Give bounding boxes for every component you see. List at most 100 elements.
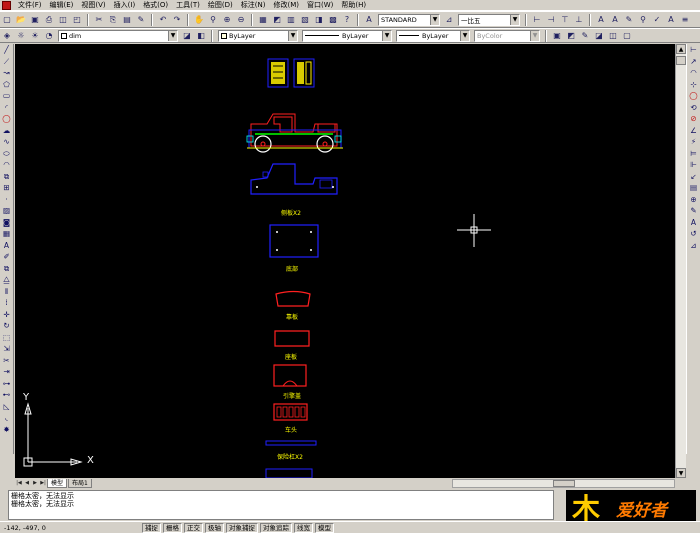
menu-tools[interactable]: 工具(T) [172, 0, 204, 10]
zoom-window-icon[interactable]: ⊕ [221, 14, 233, 26]
revision-cloud-icon[interactable]: ☁ [1, 126, 12, 137]
tolerance-icon[interactable]: ▤ [688, 183, 699, 194]
line-icon[interactable]: ╱ [1, 45, 12, 56]
tab-layout1[interactable]: 布局1 [68, 478, 92, 488]
viewport-icon[interactable]: ▢ [621, 30, 633, 42]
layer-select[interactable]: dim ▼ [58, 29, 178, 42]
markup-icon[interactable]: ◨ [313, 14, 325, 26]
break-icon[interactable]: ⊶ [1, 379, 12, 390]
dim-diameter-icon[interactable]: ⊘ [688, 114, 699, 125]
arc-icon[interactable]: ◜ [1, 103, 12, 114]
erase-icon[interactable]: ✐ [1, 252, 12, 263]
trim-icon[interactable]: ✂ [1, 356, 12, 367]
menu-modify[interactable]: 修改(M) [269, 0, 303, 10]
menu-dimension[interactable]: 标注(N) [237, 0, 270, 10]
mirror-icon[interactable]: ⧋ [1, 275, 12, 286]
quick-leader-icon[interactable]: ↙ [688, 172, 699, 183]
mtext-icon[interactable]: A [595, 14, 607, 26]
tool-palette-icon[interactable]: ▥ [285, 14, 297, 26]
dim-baseline-icon[interactable]: ⊨ [688, 149, 699, 160]
center-mark-icon[interactable]: ⊕ [688, 195, 699, 206]
attribute-icon[interactable]: ◪ [593, 30, 605, 42]
model-toggle[interactable]: 模型 [315, 522, 334, 533]
dim-style-icon[interactable]: ⊿ [688, 241, 699, 252]
dim-edit-icon[interactable]: ✎ [688, 206, 699, 217]
cut-icon[interactable]: ✂ [93, 14, 105, 26]
publish-icon[interactable]: ◰ [71, 14, 83, 26]
chevron-down-icon[interactable]: ▼ [382, 30, 391, 41]
color-select[interactable]: ByLayer ▼ [218, 29, 298, 42]
dim-aligned-icon[interactable]: ⊣ [545, 14, 557, 26]
lineweight-select[interactable]: ByLayer ▼ [396, 29, 470, 42]
dim-radius-icon[interactable]: ◯ [688, 91, 699, 102]
xref-icon[interactable]: ✎ [579, 30, 591, 42]
command-line[interactable]: 栅格太密，无法显示 栅格太密，无法显示 [8, 490, 554, 520]
redo-icon[interactable]: ↷ [171, 14, 183, 26]
chevron-down-icon[interactable]: ▼ [168, 30, 177, 41]
justify-text-icon[interactable]: ≡ [679, 14, 691, 26]
new-file-icon[interactable]: ▢ [1, 14, 13, 26]
lineweight-toggle[interactable]: 线宽 [294, 522, 313, 533]
polyline-icon[interactable]: ↝ [1, 68, 12, 79]
fillet-icon[interactable]: ◟ [1, 413, 12, 424]
match-properties-icon[interactable]: ✎ [135, 14, 147, 26]
refedit-icon[interactable]: ◫ [607, 30, 619, 42]
array-icon[interactable]: ⁞ [1, 298, 12, 309]
properties-icon[interactable]: ▦ [257, 14, 269, 26]
dim-aligned-icon[interactable]: ↗ [688, 57, 699, 68]
chevron-down-icon[interactable]: ▼ [510, 14, 519, 25]
construction-line-icon[interactable]: ⟋ [1, 57, 12, 68]
chamfer-icon[interactable]: ◺ [1, 402, 12, 413]
help-icon[interactable]: ? [341, 14, 353, 26]
ellipse-arc-icon[interactable]: ◠ [1, 160, 12, 171]
polar-toggle[interactable]: 极轴 [205, 522, 224, 533]
otrack-toggle[interactable]: 对象追踪 [260, 522, 292, 533]
dim-angular-icon[interactable]: ∠ [688, 126, 699, 137]
dim-update-icon[interactable]: ↺ [688, 229, 699, 240]
zoom-realtime-icon[interactable]: ⚲ [207, 14, 219, 26]
copy-object-icon[interactable]: ⧉ [1, 264, 12, 275]
menu-help[interactable]: 帮助(H) [337, 0, 370, 10]
vertical-scrollbar[interactable]: ▲ ▼ [675, 44, 686, 478]
dim-angular-icon[interactable]: ⊥ [573, 14, 585, 26]
make-current-layer-icon[interactable]: ◪ [181, 30, 193, 42]
explode-icon[interactable]: ✸ [1, 425, 12, 436]
make-block-icon[interactable]: ⊞ [1, 183, 12, 194]
tab-first-icon[interactable]: |◀ [15, 479, 23, 488]
scale-text-icon[interactable]: A [665, 14, 677, 26]
copy-icon[interactable]: ⎘ [107, 14, 119, 26]
dim-radius-icon[interactable]: ⊤ [559, 14, 571, 26]
offset-icon[interactable]: ⫴ [1, 287, 12, 298]
menu-format[interactable]: 格式(O) [139, 0, 172, 10]
scroll-thumb[interactable] [676, 56, 686, 65]
calculator-icon[interactable]: ▩ [327, 14, 339, 26]
layer-previous-icon[interactable]: ◧ [195, 30, 207, 42]
point-icon[interactable]: · [1, 195, 12, 206]
dim-linear-icon[interactable]: ⊢ [688, 45, 699, 56]
chevron-down-icon[interactable]: ▼ [530, 30, 539, 41]
tab-last-icon[interactable]: ▶| [39, 479, 47, 488]
horizontal-scrollbar[interactable] [452, 479, 675, 488]
dim-arc-icon[interactable]: ◠ [688, 68, 699, 79]
spline-icon[interactable]: ∿ [1, 137, 12, 148]
snap-toggle[interactable]: 捕捉 [142, 522, 161, 533]
undo-icon[interactable]: ↶ [157, 14, 169, 26]
preview-icon[interactable]: ◫ [57, 14, 69, 26]
design-center-icon[interactable]: ◩ [271, 14, 283, 26]
dim-style-select[interactable]: 一比五 ▼ [458, 13, 520, 26]
osnap-toggle[interactable]: 对象捕捉 [226, 522, 258, 533]
scroll-down-icon[interactable]: ▼ [676, 468, 686, 478]
menu-edit[interactable]: 编辑(E) [46, 0, 78, 10]
circle-icon[interactable]: ◯ [1, 114, 12, 125]
tab-prev-icon[interactable]: ◀ [23, 479, 31, 488]
menu-draw[interactable]: 绘图(D) [204, 0, 237, 10]
join-icon[interactable]: ⊷ [1, 390, 12, 401]
ortho-toggle[interactable]: 正交 [184, 522, 203, 533]
pan-icon[interactable]: ✋ [193, 14, 205, 26]
ellipse-icon[interactable]: ⬭ [1, 149, 12, 160]
open-file-icon[interactable]: 📂 [15, 14, 27, 26]
grid-toggle[interactable]: 栅格 [163, 522, 182, 533]
save-icon[interactable]: ▣ [29, 14, 41, 26]
quick-dim-icon[interactable]: ⚡ [688, 137, 699, 148]
chevron-down-icon[interactable]: ▼ [430, 14, 439, 25]
